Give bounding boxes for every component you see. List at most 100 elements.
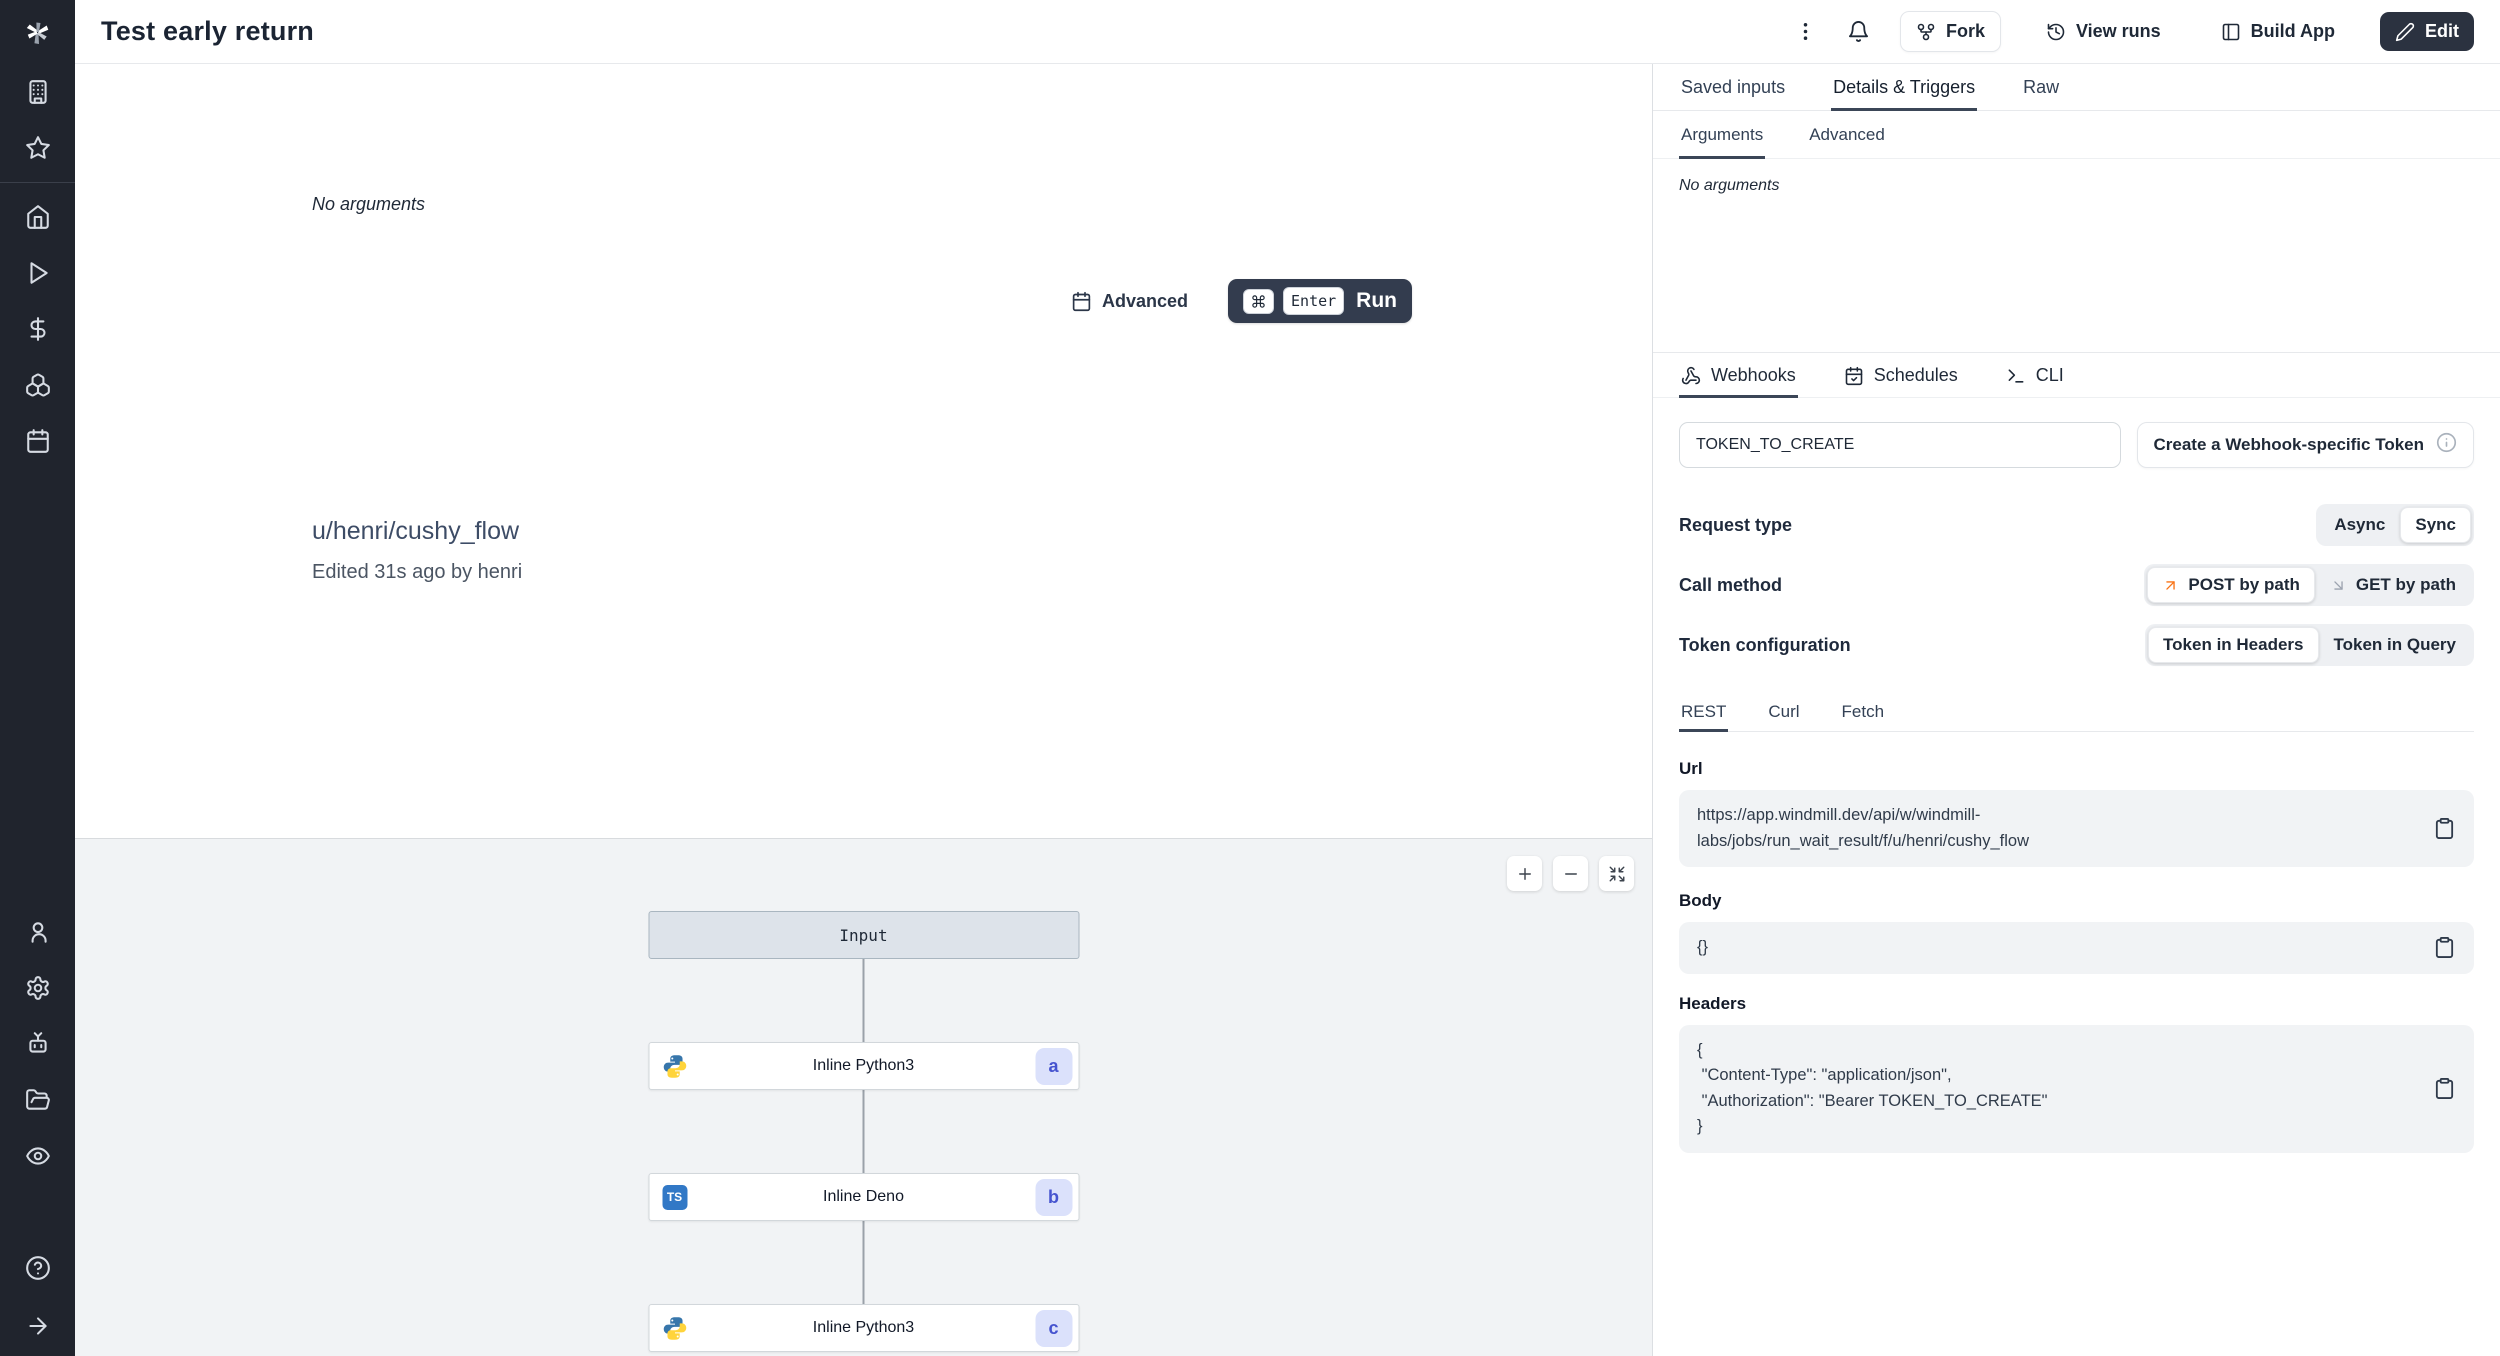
flow-graph: Input Inline Python3 a TS Inline Deno b … xyxy=(75,838,1652,1356)
headers-label: Headers xyxy=(1679,993,1747,1013)
runs-play-icon[interactable] xyxy=(0,245,75,301)
user-icon[interactable] xyxy=(0,904,75,960)
panel-layout-icon xyxy=(2222,23,2239,40)
folders-icon[interactable] xyxy=(0,1072,75,1128)
request-type-sync[interactable]: Sync xyxy=(2400,507,2471,543)
variables-dollar-icon[interactable] xyxy=(0,301,75,357)
arrow-up-right-icon xyxy=(2166,580,2176,590)
token-input[interactable] xyxy=(1679,422,2121,468)
flow-node-c[interactable]: Inline Python3 c xyxy=(648,1304,1079,1352)
typescript-icon: TS xyxy=(661,1184,688,1211)
calendar-icon xyxy=(1072,291,1091,311)
content-row: No arguments Advanced Enter Run u/henri/… xyxy=(75,64,2500,1356)
request-type-toggle: Async Sync xyxy=(2316,504,2474,546)
zoom-in-button[interactable] xyxy=(1507,856,1542,891)
url-value: https://app.windmill.dev/api/w/windmill-… xyxy=(1697,803,2029,854)
tab-saved-inputs[interactable]: Saved inputs xyxy=(1679,64,1787,110)
subtab-advanced[interactable]: Advanced xyxy=(1807,111,1887,158)
flow-path: u/henri/cushy_flow xyxy=(312,517,520,545)
resources-boxes-icon[interactable] xyxy=(0,357,75,413)
no-arguments-text: No arguments xyxy=(312,194,426,214)
tab-curl[interactable]: Curl xyxy=(1766,692,1801,731)
tab-schedules[interactable]: Schedules xyxy=(1842,353,1960,397)
notifications-bell-icon[interactable] xyxy=(1847,20,1870,43)
trigger-tabs: Webhooks Schedules CLI xyxy=(1653,352,2500,398)
copy-body-button[interactable] xyxy=(2433,936,2456,959)
enter-key-badge: Enter xyxy=(1283,287,1345,315)
clipboard-icon xyxy=(2435,1078,2454,1100)
call-method-post[interactable]: POST by path xyxy=(2147,567,2315,603)
build-app-button[interactable]: Build App xyxy=(2206,12,2350,51)
pencil-icon xyxy=(2395,22,2415,41)
headers-box: { "Content-Type": "application/json", "A… xyxy=(1679,1024,2474,1153)
flow-node-b-label: Inline Deno xyxy=(823,1188,904,1205)
flow-node-input[interactable]: Input xyxy=(648,911,1079,959)
app-root: Test early return Fork View runs Build A… xyxy=(0,0,2500,1356)
zoom-out-button[interactable] xyxy=(1553,856,1588,891)
command-key-badge xyxy=(1243,288,1275,314)
panel-subtabs: Arguments Advanced xyxy=(1653,111,2500,159)
request-type-async[interactable]: Async xyxy=(2319,507,2400,543)
terminal-icon xyxy=(2008,368,2024,383)
flow-node-c-label: Inline Python3 xyxy=(812,1319,915,1336)
token-in-headers[interactable]: Token in Headers xyxy=(2148,627,2319,663)
tab-cli[interactable]: CLI xyxy=(2004,353,2066,397)
python-icon xyxy=(661,1053,688,1080)
copy-url-button[interactable] xyxy=(2433,817,2456,840)
flow-node-c-badge: c xyxy=(1035,1309,1072,1347)
favorites-star-icon[interactable] xyxy=(0,120,75,176)
git-fork-icon xyxy=(1917,23,1935,40)
tab-details-triggers[interactable]: Details & Triggers xyxy=(1831,64,1978,111)
subtab-arguments[interactable]: Arguments xyxy=(1679,111,1766,159)
flow-node-b[interactable]: TS Inline Deno b xyxy=(648,1173,1079,1221)
flow-edge xyxy=(862,1221,865,1304)
run-section: No arguments Advanced Enter Run u/henri/… xyxy=(75,64,1652,838)
flow-edge xyxy=(862,959,865,1042)
webhook-icon xyxy=(1681,366,1701,384)
create-webhook-token-button[interactable]: Create a Webhook-specific Token xyxy=(2136,422,2474,468)
build-app-label: Build App xyxy=(2250,21,2335,41)
home-icon[interactable] xyxy=(0,189,75,245)
help-circle-icon[interactable] xyxy=(0,1240,75,1296)
tab-raw[interactable]: Raw xyxy=(2021,64,2061,110)
fit-view-button[interactable] xyxy=(1599,856,1634,891)
token-in-query[interactable]: Token in Query xyxy=(2319,627,2472,663)
tab-rest[interactable]: REST xyxy=(1679,692,1729,732)
run-button[interactable]: Enter Run xyxy=(1228,279,1412,323)
panel-no-arguments-text: No arguments xyxy=(1679,177,1780,194)
copy-headers-button[interactable] xyxy=(2433,1077,2456,1100)
collapse-arrow-right-icon[interactable] xyxy=(0,1296,75,1356)
call-method-post-label: POST by path xyxy=(2188,575,2300,594)
tab-cli-label: CLI xyxy=(2035,365,2064,385)
url-label: Url xyxy=(1679,759,1703,778)
view-runs-button[interactable]: View runs xyxy=(2031,12,2176,51)
details-panel: Saved inputs Details & Triggers Raw Argu… xyxy=(1652,64,2500,1356)
request-type-label: Request type xyxy=(1679,514,1793,535)
sidebar-divider xyxy=(0,182,75,183)
token-config-toggle: Token in Headers Token in Query xyxy=(2145,624,2474,666)
minus-icon xyxy=(1564,872,1577,875)
code-tabs: REST Curl Fetch xyxy=(1679,692,2474,732)
edit-button[interactable]: Edit xyxy=(2380,12,2474,51)
call-method-label: Call method xyxy=(1679,574,1783,595)
url-box: https://app.windmill.dev/api/w/windmill-… xyxy=(1679,790,2474,868)
windmill-logo[interactable] xyxy=(0,0,75,64)
sidebar-top-icons xyxy=(0,64,75,469)
workspace-building-icon[interactable] xyxy=(0,64,75,120)
top-bar: Test early return Fork View runs Build A… xyxy=(75,0,2500,64)
tab-webhooks[interactable]: Webhooks xyxy=(1679,353,1798,398)
settings-gear-icon[interactable] xyxy=(0,960,75,1016)
graph-controls xyxy=(1507,856,1634,891)
advanced-button[interactable]: Advanced xyxy=(1071,291,1188,312)
schedules-calendar-icon[interactable] xyxy=(0,413,75,469)
fork-button[interactable]: Fork xyxy=(1899,11,2001,52)
audit-eye-icon[interactable] xyxy=(0,1128,75,1184)
workers-bot-icon[interactable] xyxy=(0,1016,75,1072)
main-column: Test early return Fork View runs Build A… xyxy=(75,0,2500,1356)
tab-fetch[interactable]: Fetch xyxy=(1840,692,1887,731)
more-menu-kebab-icon[interactable] xyxy=(1794,20,1817,43)
clipboard-icon xyxy=(2435,818,2454,840)
call-method-get[interactable]: GET by path xyxy=(2315,567,2471,603)
flow-node-stack: Input Inline Python3 a TS Inline Deno b … xyxy=(648,911,1079,1352)
flow-node-a[interactable]: Inline Python3 a xyxy=(648,1042,1079,1090)
